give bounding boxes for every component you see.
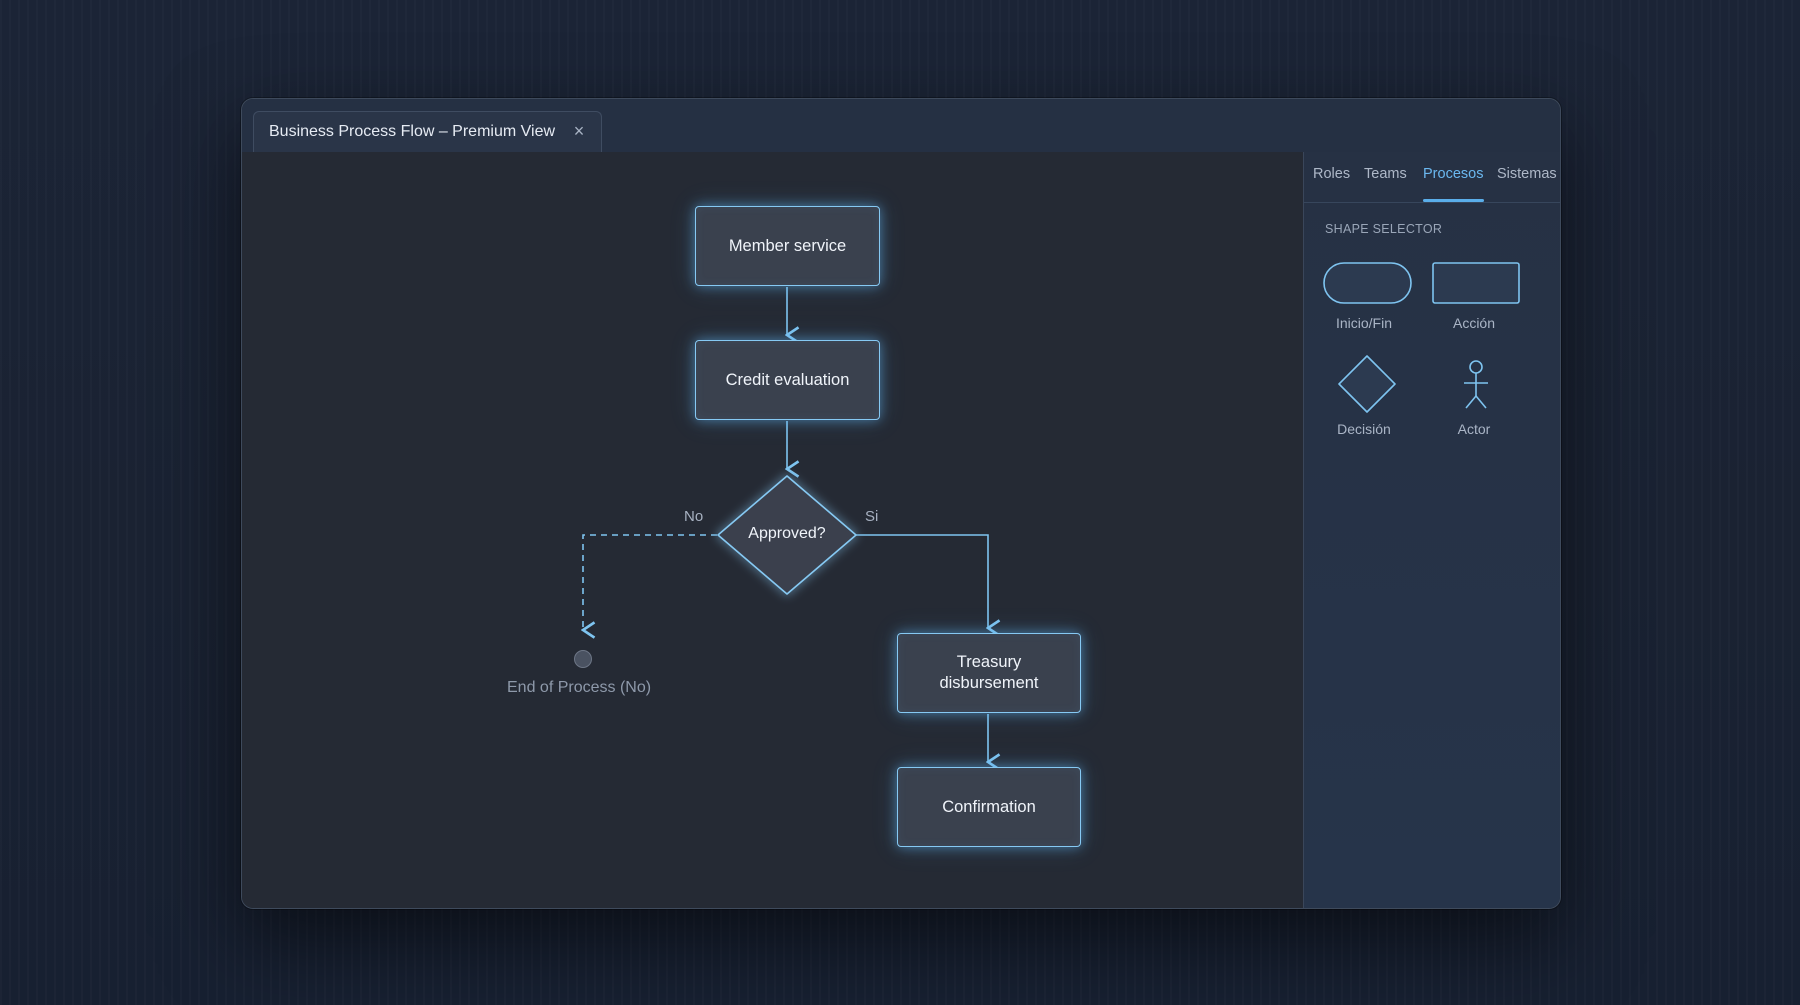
actor-stick-figure-icon [1464, 360, 1488, 409]
shape-decision-label: Decisión [1337, 421, 1391, 437]
node-confirmation[interactable]: Confirmation [897, 767, 1081, 847]
edge-label-yes: Si [865, 508, 879, 525]
shape-actor-label: Actor [1457, 421, 1491, 437]
tab-procesos[interactable]: Procesos [1423, 166, 1483, 182]
rectangle-shape-icon [1432, 262, 1520, 304]
node-treasury-label-line2: disbursement [939, 674, 1039, 692]
sidebar-tabs: Roles Teams Procesos Sistemas [1304, 152, 1560, 203]
end-terminator-circle[interactable] [574, 650, 592, 668]
node-credit-evaluation-label: Credit evaluation [725, 370, 850, 389]
edge-approved-no [583, 534, 717, 630]
shape-inicio-fin[interactable]: Inicio/Fin [1314, 258, 1414, 331]
node-treasury-disbursement[interactable]: Treasury disbursement [897, 633, 1081, 713]
shape-accion-label: Acción [1452, 315, 1496, 331]
shape-selector-heading: SHAPE SELECTOR [1325, 222, 1443, 236]
active-tab-indicator [1423, 199, 1484, 202]
node-confirmation-label: Confirmation [942, 797, 1036, 816]
edge-label-no: No [684, 508, 704, 525]
node-member-service[interactable]: Member service [695, 206, 880, 286]
node-credit-evaluation[interactable]: Credit evaluation [695, 340, 880, 420]
diagram-canvas[interactable]: Member service Credit evaluation Approve… [242, 152, 1303, 908]
pill-shape-icon [1323, 262, 1412, 304]
app-window: Business Process Flow – Premium View × M… [241, 98, 1561, 909]
shape-actor[interactable]: Actor [1424, 352, 1524, 437]
tab-roles[interactable]: Roles [1313, 166, 1350, 182]
document-tab[interactable]: Business Process Flow – Premium View × [253, 111, 602, 152]
title-bar: Business Process Flow – Premium View × [242, 99, 1560, 153]
edge-approved-yes [856, 534, 988, 628]
shape-inicio-fin-label: Inicio/Fin [1335, 315, 1393, 331]
close-icon[interactable]: × [570, 121, 588, 141]
node-treasury-label-line1: Treasury [956, 653, 1022, 671]
tab-sistemas[interactable]: Sistemas [1497, 166, 1557, 182]
shape-accion[interactable]: Acción [1424, 258, 1524, 331]
document-tab-title: Business Process Flow – Premium View [269, 123, 556, 140]
diamond-shape-icon [1338, 355, 1396, 413]
shape-decision[interactable]: Decisión [1314, 352, 1414, 437]
node-member-service-label: Member service [728, 236, 847, 255]
end-of-process-label: End of Process (No) [507, 679, 652, 696]
sidebar-panel: Roles Teams Procesos Sistemas SHAPE SELE… [1303, 152, 1560, 908]
tab-teams[interactable]: Teams [1364, 166, 1407, 182]
node-approved-label: Approved? [748, 525, 826, 542]
